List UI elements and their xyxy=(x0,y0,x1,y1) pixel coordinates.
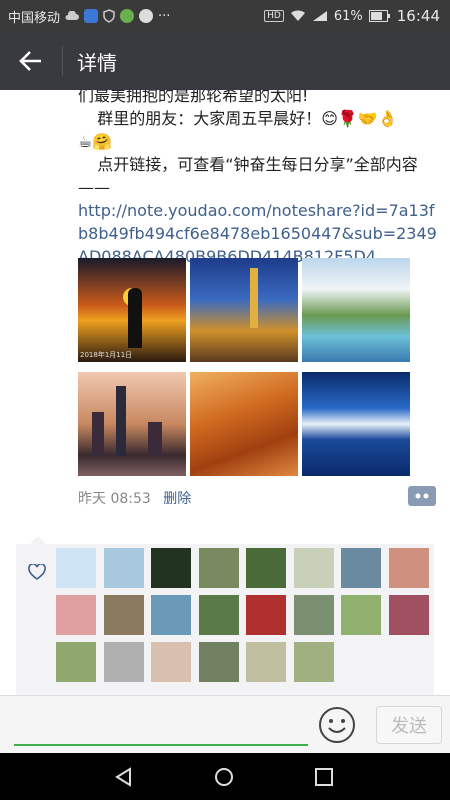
note-app-icon xyxy=(84,9,99,23)
liker-avatar[interactable] xyxy=(103,595,144,635)
liker-avatar[interactable] xyxy=(388,595,429,635)
title-bar: 详情 xyxy=(0,32,450,90)
post-line-cut: 们最美拥抱的是那轮希望的太阳! xyxy=(78,90,309,105)
desert-rock-photo[interactable] xyxy=(190,372,298,476)
liker-avatar[interactable] xyxy=(198,548,239,588)
back-arrow-icon xyxy=(19,51,41,71)
recent-square-icon[interactable] xyxy=(314,767,334,787)
likes-panel xyxy=(16,536,434,695)
skyline-photo[interactable] xyxy=(78,372,186,476)
wifi-icon xyxy=(290,10,305,21)
post-greeting: 群里的朋友：大家周五早晨好！😊🌹🤝👌 xyxy=(97,109,398,128)
liker-avatar[interactable] xyxy=(388,548,429,588)
liker-avatar[interactable] xyxy=(151,548,191,588)
comment-dots-icon xyxy=(415,493,429,499)
comment-button[interactable] xyxy=(408,486,436,506)
liker-avatar[interactable] xyxy=(246,548,286,588)
emoji-button[interactable] xyxy=(318,706,356,744)
liker-avatar[interactable] xyxy=(103,548,144,588)
clock: 16:44 xyxy=(396,7,440,25)
page-title: 详情 xyxy=(77,50,117,75)
liker-avatar[interactable] xyxy=(151,642,191,682)
system-nav-bar xyxy=(0,753,450,800)
post-greeting-emoji: ☕🤗 xyxy=(78,132,113,151)
city-night-photo[interactable] xyxy=(190,258,298,362)
delete-link[interactable]: 删除 xyxy=(163,491,191,507)
search-app-icon xyxy=(139,9,154,23)
liker-avatar[interactable] xyxy=(341,548,381,588)
post-meta: 昨天 08:53 删除 xyxy=(78,488,191,508)
cloud-icon xyxy=(65,11,79,20)
liker-avatar[interactable] xyxy=(56,642,96,682)
home-circle-icon[interactable] xyxy=(214,767,234,787)
battery-icon xyxy=(368,10,390,22)
liker-avatar[interactable] xyxy=(293,642,334,682)
liker-avatar[interactable] xyxy=(293,595,334,635)
moment-detail[interactable]: 们最美拥抱的是那轮希望的太阳! 群里的朋友：大家周五早晨好！😊🌹🤝👌 ☕🤗 点开… xyxy=(0,90,450,695)
post-time: 昨天 08:53 xyxy=(78,491,151,507)
heart-icon xyxy=(28,564,46,580)
comment-input[interactable] xyxy=(14,744,308,746)
battery-percent: 61% xyxy=(333,8,363,24)
liker-avatar[interactable] xyxy=(246,595,286,635)
more-dots-icon: ··· xyxy=(158,8,171,24)
photo-caption: 2018年1月11日 xyxy=(80,351,133,359)
liker-avatar[interactable] xyxy=(56,595,96,635)
liker-avatar[interactable] xyxy=(341,595,381,635)
photo-grid: 2018年1月11日 xyxy=(78,258,410,476)
back-triangle-icon[interactable] xyxy=(114,767,134,787)
fjord-photo[interactable] xyxy=(302,258,410,362)
liker-avatar[interactable] xyxy=(151,595,191,635)
post-text: 们最美拥抱的是那轮希望的太阳! 群里的朋友：大家周五早晨好！😊🌹🤝👌 ☕🤗 点开… xyxy=(78,90,438,268)
emoji-icon xyxy=(319,707,355,743)
snow-mountain-photo[interactable] xyxy=(302,372,410,476)
sunset-heron-photo[interactable]: 2018年1月11日 xyxy=(78,258,186,362)
liker-avatar[interactable] xyxy=(293,548,334,588)
back-button[interactable] xyxy=(0,32,62,90)
status-bar: 中国移动 ··· HD 61% 16:44 xyxy=(0,0,450,32)
carrier-label: 中国移动 xyxy=(8,10,61,26)
wechat-icon xyxy=(120,9,135,23)
hd-icon: HD xyxy=(264,10,284,22)
post-note: 点开链接，可查看“钟奋生每日分享”全部内容—— xyxy=(78,155,418,197)
signal-icon xyxy=(312,11,327,21)
liker-avatar[interactable] xyxy=(103,642,144,682)
comment-input-bar: 发送 xyxy=(0,695,450,754)
liker-avatar[interactable] xyxy=(198,642,239,682)
send-button[interactable]: 发送 xyxy=(376,706,442,744)
liker-avatar[interactable] xyxy=(198,595,239,635)
shield-icon xyxy=(103,9,115,23)
title-divider xyxy=(62,46,63,76)
liker-avatar[interactable] xyxy=(56,548,96,588)
liker-avatar[interactable] xyxy=(246,642,286,682)
